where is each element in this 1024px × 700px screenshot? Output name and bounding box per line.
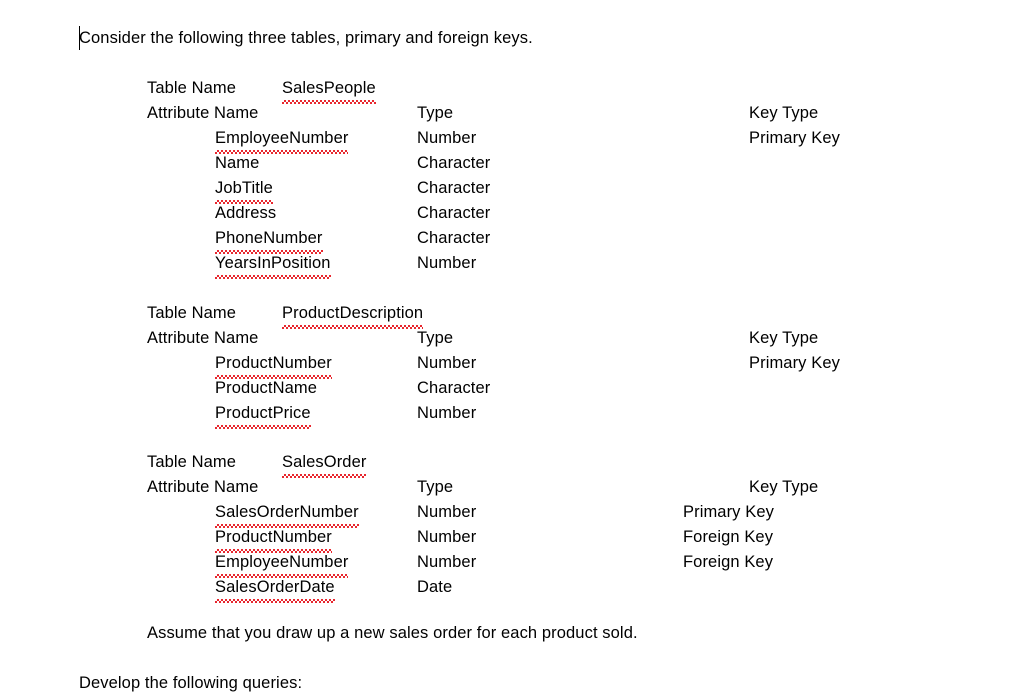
table-1-table-name-label: Table Name (147, 79, 237, 97)
spellcheck-underline: YearsInPosition (215, 251, 331, 279)
develop-note: Develop the following queries: (79, 674, 303, 692)
table-3-key-type-header: Key Type (749, 478, 819, 496)
table-1-attr-5-name: PhoneNumber (215, 226, 323, 254)
spellcheck-underline: SalesOrderDate (215, 575, 335, 603)
spellcheck-underline: ProductNumber (215, 351, 332, 379)
spellcheck-underline: SalesPeople (282, 76, 376, 104)
table-1-attr-4-type: Character (417, 204, 491, 222)
table-3-attr-2-key: Foreign Key (683, 528, 774, 546)
table-3-table-name-label: Table Name (147, 453, 237, 471)
table-2-attr-1-type: Number (417, 354, 477, 372)
table-2-attr-2-type: Character (417, 379, 491, 397)
spellcheck-underline: ProductDescription (282, 301, 424, 329)
table-1-attr-4-name: Address (215, 204, 277, 222)
table-2-attr-2-name: ProductName (215, 379, 317, 397)
table-1-attr-3-name: JobTitle (215, 176, 273, 204)
table-3-attr-3-name: EmployeeNumber (215, 550, 349, 578)
spellcheck-underline: SalesOrder (282, 450, 367, 478)
table-3-attr-2-type: Number (417, 528, 477, 546)
table-2-key-type-header: Key Type (749, 329, 819, 347)
table-1-attr-1-key: Primary Key (749, 129, 840, 147)
table-3-attr-4-type: Date (417, 578, 453, 596)
table-2-name-value: ProductDescription (282, 301, 424, 329)
table-3-attr-1-type: Number (417, 503, 477, 521)
document-page: Consider the following three tables, pri… (0, 0, 1024, 700)
table-3-type-header: Type (417, 478, 454, 496)
table-2-type-header: Type (417, 329, 454, 347)
table-1-attr-2-name: Name (215, 154, 260, 172)
table-3-attr-3-type: Number (417, 553, 477, 571)
table-2-attr-1-name: ProductNumber (215, 351, 332, 379)
spellcheck-underline: ProductPrice (215, 401, 311, 429)
intro-paragraph: Consider the following three tables, pri… (79, 29, 533, 47)
table-1-attribute-header: Attribute Name (147, 104, 259, 122)
spellcheck-underline: EmployeeNumber (215, 550, 349, 578)
table-1-attr-1-type: Number (417, 129, 477, 147)
table-1-attr-1-name: EmployeeNumber (215, 126, 349, 154)
table-2-attr-3-type: Number (417, 404, 477, 422)
spellcheck-underline: JobTitle (215, 176, 273, 204)
table-3-attr-1-name: SalesOrderNumber (215, 500, 359, 528)
table-2-table-name-label: Table Name (147, 304, 237, 322)
spellcheck-underline: SalesOrderNumber (215, 500, 359, 528)
table-3-attribute-header: Attribute Name (147, 478, 259, 496)
spellcheck-underline: EmployeeNumber (215, 126, 349, 154)
spellcheck-underline: ProductNumber (215, 525, 332, 553)
assume-note: Assume that you draw up a new sales orde… (147, 624, 638, 642)
table-3-attr-1-key: Primary Key (683, 503, 774, 521)
table-1-key-type-header: Key Type (749, 104, 819, 122)
spellcheck-underline: PhoneNumber (215, 226, 323, 254)
table-1-attr-6-name: YearsInPosition (215, 251, 331, 279)
table-3-attr-4-name: SalesOrderDate (215, 575, 335, 603)
table-1-attr-6-type: Number (417, 254, 477, 272)
table-3-attr-3-key: Foreign Key (683, 553, 774, 571)
table-1-attr-3-type: Character (417, 179, 491, 197)
table-3-name-value: SalesOrder (282, 450, 367, 478)
table-1-type-header: Type (417, 104, 454, 122)
table-1-attr-5-type: Character (417, 229, 491, 247)
table-1-name-value: SalesPeople (282, 76, 376, 104)
table-2-attr-3-name: ProductPrice (215, 401, 311, 429)
table-1-attr-2-type: Character (417, 154, 491, 172)
table-2-attribute-header: Attribute Name (147, 329, 259, 347)
table-2-attr-1-key: Primary Key (749, 354, 840, 372)
table-3-attr-2-name: ProductNumber (215, 525, 332, 553)
